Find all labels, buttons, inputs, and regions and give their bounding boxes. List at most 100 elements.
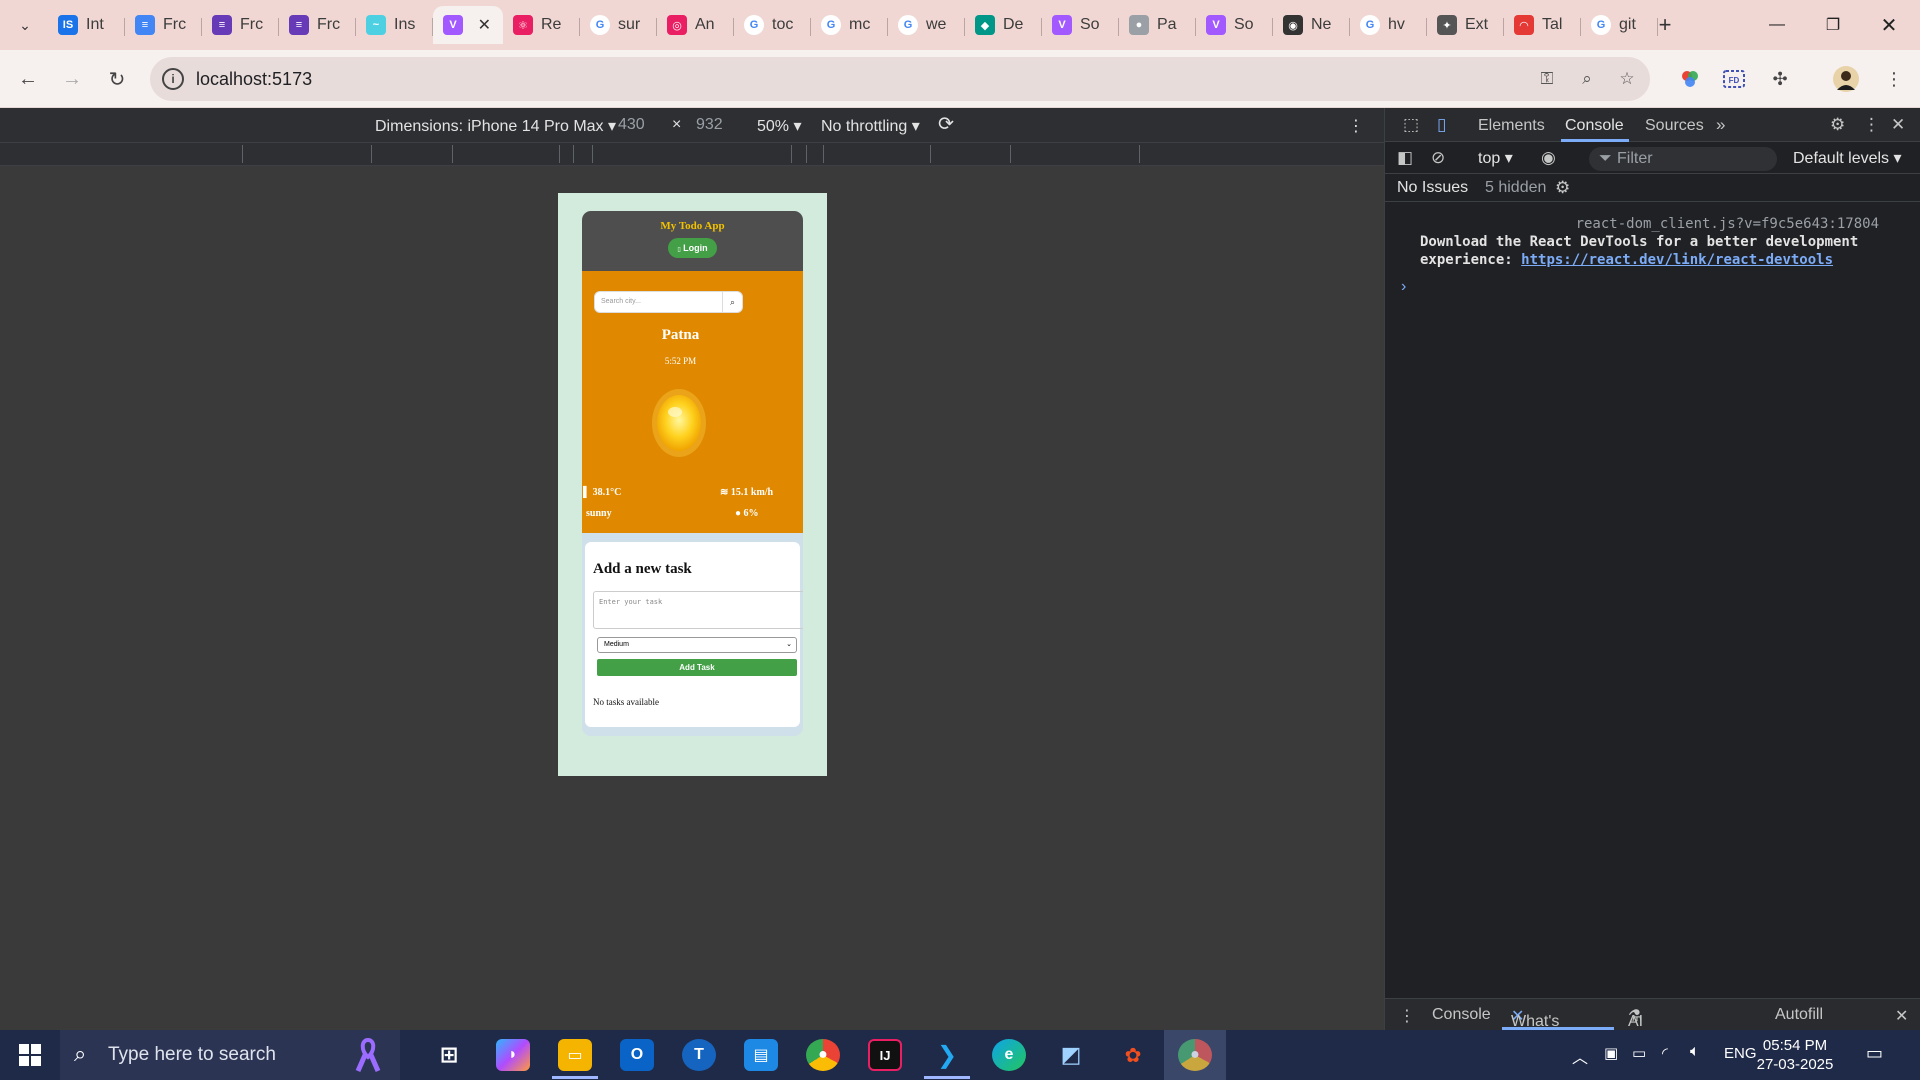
log-levels-selector[interactable]: Default levels ▾ (1793, 148, 1902, 168)
notification-icon[interactable]: ▭ (1866, 1043, 1883, 1064)
rotate-icon[interactable]: ⟳ (938, 113, 954, 136)
bookmark-star-icon[interactable]: ☆ (1616, 69, 1638, 91)
device-selector[interactable]: Dimensions: iPhone 14 Pro Max ▾ (375, 116, 616, 136)
browser-tab[interactable]: ≡ Frc (202, 6, 279, 44)
device-height-input[interactable]: 932 (696, 116, 723, 134)
add-task-button[interactable]: Add Task (597, 659, 797, 676)
throttling-selector[interactable]: No throttling ▾ (821, 116, 920, 136)
browser-tab[interactable]: V So (1196, 6, 1273, 44)
ruler-tick[interactable] (592, 145, 593, 163)
browser-tab[interactable]: ● Pa (1119, 6, 1196, 44)
browser-tab[interactable]: IS Int (48, 6, 125, 44)
avatar[interactable] (1832, 65, 1860, 93)
device-more-icon[interactable]: ⋮ (1348, 116, 1364, 136)
console-prompt-icon[interactable]: › (1401, 278, 1406, 296)
ruler-tick[interactable] (452, 145, 453, 163)
ruler-tick[interactable] (806, 145, 807, 163)
priority-select[interactable]: Medium ⌄ (597, 637, 797, 653)
context-selector[interactable]: top ▾ (1478, 148, 1513, 168)
ruler-tick[interactable] (823, 145, 824, 163)
chrome-icon[interactable]: ● (806, 1039, 840, 1071)
browser-tab[interactable]: V ✕ (433, 6, 503, 44)
more-tabs-icon[interactable]: » (1716, 115, 1725, 135)
file-explorer-icon[interactable]: ▭ (558, 1039, 592, 1071)
browser-tab[interactable]: Gmc (811, 6, 888, 44)
password-key-icon[interactable]: ⚿ (1536, 69, 1558, 91)
site-info-icon[interactable]: i (162, 68, 184, 90)
browser-tab[interactable]: ✦ Ext (1427, 6, 1504, 44)
drawer-menu-icon[interactable]: ⋮ (1399, 1006, 1415, 1026)
device-width-input[interactable]: 430 (618, 116, 645, 134)
browser-tab[interactable]: V So (1042, 6, 1119, 44)
hidden-count[interactable]: 5 hidden (1485, 179, 1546, 197)
tray-device-icon[interactable]: ▣ (1604, 1044, 1618, 1062)
browser-tab[interactable]: ≡ Frc (125, 6, 202, 44)
devtools-menu-icon[interactable]: ⋮ (1863, 115, 1880, 135)
zoom-selector[interactable]: 50% ▾ (757, 116, 802, 136)
ruler-tick[interactable] (1010, 145, 1011, 163)
edge-icon[interactable]: e (992, 1039, 1026, 1071)
search-icon[interactable]: ⌕ (722, 292, 742, 312)
drawer-tab-ai-assistance[interactable]: AI assistance ⚗ (1628, 1006, 1704, 1048)
ruler-tick[interactable] (1139, 145, 1140, 163)
intellij-icon[interactable]: IJ (868, 1039, 902, 1071)
tab-close-icon[interactable]: ✕ (478, 15, 491, 35)
volume-icon[interactable]: 🔈︎ (1690, 1043, 1700, 1061)
console-source-link[interactable]: react-dom_client.js?v=f9c5e643:17804 (1576, 216, 1879, 232)
outlook-icon[interactable]: O (620, 1039, 654, 1071)
browser-tab[interactable]: Ggit (1581, 6, 1658, 44)
taskbar-search[interactable]: ⌕ Type here to search (60, 1030, 400, 1080)
browser-tab[interactable]: ⚛ Re (503, 6, 580, 44)
battery-icon[interactable]: ▭ (1632, 1044, 1646, 1062)
colorful-extension-icon[interactable] (1676, 65, 1704, 93)
clear-console-icon[interactable]: ⊘ (1431, 148, 1445, 168)
awareness-ribbon-icon[interactable] (350, 1037, 386, 1073)
browser-tab[interactable]: Gsur (580, 6, 657, 44)
drawer-tab-console[interactable]: Console (1432, 1006, 1491, 1024)
browser-tab[interactable]: Ghv (1350, 6, 1427, 44)
browser-tab[interactable]: Gtoc (734, 6, 811, 44)
address-bar[interactable]: i localhost:5173 ⚿ ⌕ ☆ (150, 57, 1650, 101)
device-toggle-icon[interactable]: ▯ (1437, 115, 1446, 135)
ruler-tick[interactable] (791, 145, 792, 163)
tab-console[interactable]: Console (1565, 117, 1624, 135)
console-settings-gear-icon[interactable]: ⚙ (1555, 178, 1570, 198)
tab-elements[interactable]: Elements (1478, 117, 1545, 135)
issues-count[interactable]: No Issues (1397, 179, 1468, 197)
ruler-tick[interactable] (573, 145, 574, 163)
ruler-tick[interactable] (371, 145, 372, 163)
copilot-icon[interactable]: ◗ (496, 1039, 530, 1071)
vscode-icon[interactable]: ❯ (930, 1039, 964, 1071)
url-text[interactable]: localhost:5173 (196, 69, 312, 90)
browser-tab[interactable]: ◉ Ne (1273, 6, 1350, 44)
system-clock[interactable]: 05:54 PM 27-03-2025 (1750, 1036, 1840, 1074)
chrome-menu-icon[interactable]: ⋮ (1880, 65, 1908, 93)
ruler-tick[interactable] (242, 145, 243, 163)
fd-extension-icon[interactable]: FD (1720, 65, 1748, 93)
drawer-tab-whats-new[interactable]: What's new ✕ (1511, 1006, 1559, 1048)
tray-chevron-up-icon[interactable]: ︿ (1572, 1044, 1588, 1068)
react-devtools-link[interactable]: https://react.dev/link/react-devtools (1521, 252, 1833, 268)
restore-button[interactable]: ❐ (1810, 8, 1856, 42)
login-button[interactable]: ▯ Login (668, 238, 717, 258)
start-button[interactable] (0, 1030, 60, 1080)
city-search-input[interactable]: Search city... (601, 298, 641, 305)
forward-button[interactable]: → (57, 64, 87, 94)
extensions-puzzle-icon[interactable]: ✣ (1766, 65, 1794, 93)
zoom-icon[interactable]: ⌕ (1576, 69, 1598, 91)
wifi-icon[interactable]: ◜ (1662, 1044, 1668, 1062)
close-window-button[interactable]: ✕ (1866, 8, 1912, 42)
browser-tab[interactable]: ◎ An (657, 6, 734, 44)
city-search[interactable]: Search city... ⌕ (594, 291, 743, 313)
sidebar-toggle-icon[interactable]: ◧ (1397, 148, 1413, 168)
settings-gear-icon[interactable]: ⚙ (1830, 115, 1845, 135)
tab-sources[interactable]: Sources (1645, 117, 1704, 135)
console-filter-input[interactable]: ⏷ Filter (1589, 147, 1777, 171)
store-icon[interactable]: ▤ (744, 1039, 778, 1071)
browser-tab[interactable]: ◆ De (965, 6, 1042, 44)
ruler-tick[interactable] (559, 145, 560, 163)
close-drawer-icon[interactable]: ✕ (1895, 1006, 1908, 1026)
task-view-icon[interactable]: ⊞ (432, 1039, 466, 1071)
browser-tab[interactable]: ◠ Tal (1504, 6, 1581, 44)
figma-icon[interactable]: ✿ (1116, 1039, 1150, 1071)
